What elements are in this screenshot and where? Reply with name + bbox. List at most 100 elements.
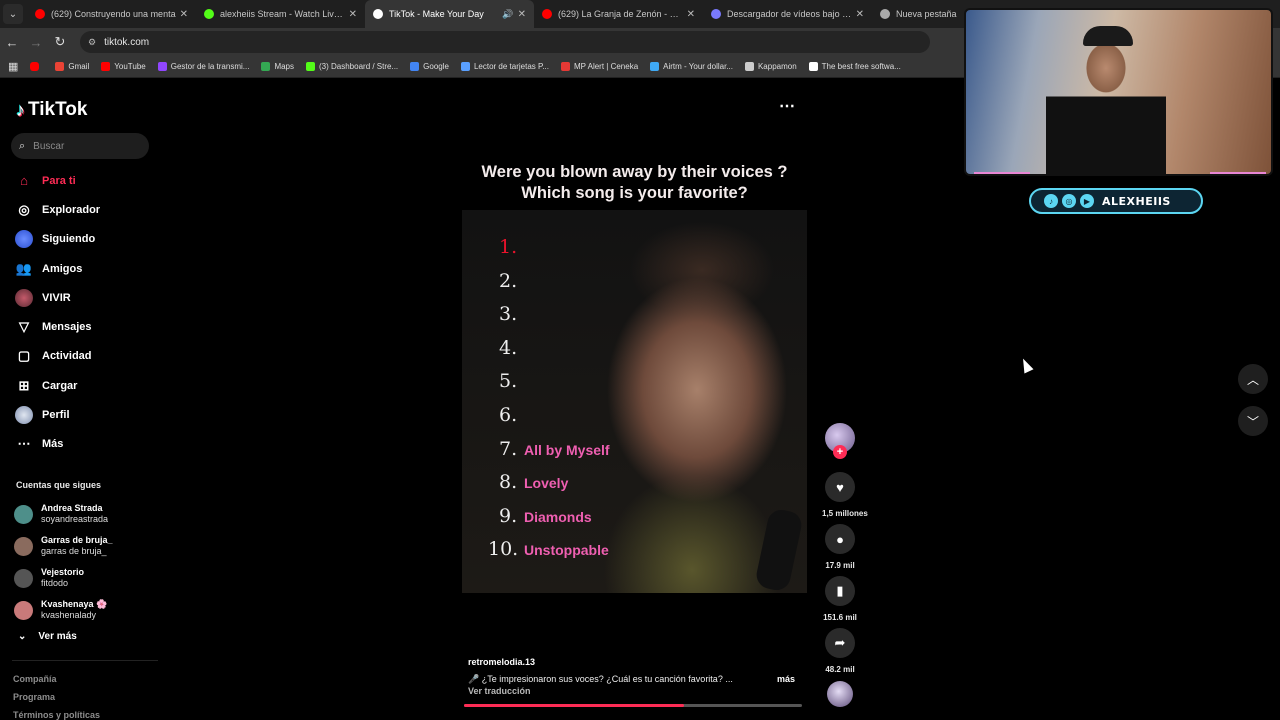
- sidebar-item-compass[interactable]: ◎ Explorador: [14, 195, 100, 224]
- sidebar-item-messages[interactable]: ▽ Mensajes: [14, 312, 100, 341]
- bookmark-favicon-icon: [560, 62, 570, 71]
- sidebar-footer: Compañía Programa Términos y políticas: [13, 674, 100, 720]
- sidebar-item-label: Explorador: [42, 203, 101, 216]
- following-name: Garras de bruja_: [41, 535, 113, 545]
- rank-number: 10.: [488, 538, 519, 561]
- footer-link[interactable]: Programa: [13, 692, 100, 710]
- video-caption: 🎤 ¿Te impresionaron sus voces? ¿Cuál es …: [468, 674, 733, 684]
- social-name: ALEXHEIIS: [1102, 194, 1171, 208]
- following-name: Kvashenaya 🌸: [41, 599, 108, 609]
- rank-number: 9.: [499, 504, 518, 527]
- music-disc-icon[interactable]: [827, 681, 853, 707]
- save-button[interactable]: ▮ 151.6 mil: [822, 576, 858, 622]
- streamer-figure: [1046, 28, 1166, 174]
- share-button[interactable]: ➦ 48.2 mil: [822, 628, 858, 674]
- url-field[interactable]: ⚙ tiktok.com: [80, 31, 930, 53]
- bookmark-label: (3) Dashboard / Stre...: [319, 62, 399, 71]
- video-author[interactable]: retromelodia.13: [468, 657, 535, 667]
- sidebar-item-friends[interactable]: 👥 Amigos: [14, 254, 100, 283]
- see-more-button[interactable]: ⌄ Ver más: [18, 631, 77, 642]
- browser-tab[interactable]: (629) La Granja de Zenón - Las ✕: [534, 0, 703, 28]
- following-name: Andrea Strada: [41, 503, 103, 513]
- video-frame: [462, 210, 807, 593]
- video-progress-bar[interactable]: [464, 704, 802, 707]
- footer-link[interactable]: Compañía: [13, 674, 100, 692]
- rank-number: 3.: [499, 303, 518, 326]
- bookmark-item[interactable]: Kappamon: [744, 62, 797, 71]
- more-options-icon[interactable]: ⋯: [779, 96, 796, 116]
- webcam-overlay: [964, 8, 1273, 176]
- following-item[interactable]: Garras de bruja_ garras de bruja_: [14, 530, 113, 562]
- like-button[interactable]: ♥ 1,5 millones: [822, 472, 868, 518]
- comment-count: 17.9 mil: [825, 561, 855, 570]
- bookmark-item[interactable]: Gestor de la transmi...: [157, 62, 249, 71]
- apps-icon[interactable]: ▦: [8, 60, 18, 73]
- sidebar-item-label: Perfil: [42, 409, 70, 422]
- sidebar-item-label: Para ti: [42, 174, 76, 187]
- follow-plus-icon[interactable]: +: [833, 445, 847, 459]
- song-title: All by Myself: [524, 441, 610, 458]
- sidebar-item-home[interactable]: ⌂ Para ti: [14, 166, 100, 195]
- bookmark-item[interactable]: The best free softwa...: [808, 62, 901, 71]
- close-tab-icon[interactable]: ✕: [349, 9, 357, 20]
- close-tab-icon[interactable]: ✕: [856, 9, 864, 20]
- song-title: Diamonds: [524, 508, 592, 525]
- tiktok-logo[interactable]: ♪ TikTok: [16, 99, 87, 121]
- bookmark-item[interactable]: Lector de tarjetas P...: [460, 62, 549, 71]
- tab-title: alexheiis Stream - Watch Live o: [220, 9, 345, 19]
- sidebar-item-more[interactable]: ⋯ Más: [14, 430, 100, 459]
- home-icon: ⌂: [20, 173, 28, 189]
- sidebar-item-following[interactable]: Siguiendo: [14, 225, 100, 254]
- search-input[interactable]: ⌕ Buscar: [11, 133, 149, 159]
- following-item[interactable]: Kvashenaya 🌸 kvashenalady: [14, 594, 113, 626]
- next-video-button[interactable]: ﹀: [1238, 406, 1268, 436]
- bookmark-item[interactable]: Airtm - Your dollar...: [650, 62, 733, 71]
- overlay-accent-right: [1210, 172, 1266, 174]
- comment-button[interactable]: ● 17.9 mil: [822, 524, 858, 570]
- bookmark-item[interactable]: Maps: [261, 62, 294, 71]
- chevron-down-icon: ⌄: [8, 8, 18, 20]
- sidebar-item-activity[interactable]: ▢ Actividad: [14, 342, 100, 371]
- sidebar-item-live[interactable]: VIVIR: [14, 283, 100, 312]
- rank-number: 7.: [499, 437, 518, 460]
- back-icon[interactable]: ←: [0, 35, 24, 50]
- forward-icon[interactable]: →: [24, 35, 48, 50]
- following-item[interactable]: Vejestorio fitdodo: [14, 562, 113, 594]
- following-item[interactable]: Andrea Strada soyandreastrada: [14, 498, 113, 530]
- reload-icon[interactable]: ↻: [48, 34, 72, 50]
- sidebar-item-profile[interactable]: Perfil: [14, 400, 100, 429]
- browser-tab[interactable]: Descargador de vídeos bajo de ✕: [703, 0, 872, 28]
- close-tab-icon[interactable]: ✕: [687, 9, 695, 20]
- rank-number: 8.: [499, 471, 518, 494]
- caption-more-button[interactable]: más: [777, 674, 795, 684]
- bookmark-favicon-icon: [157, 62, 167, 71]
- sidebar-item-label: Siguiendo: [42, 233, 96, 246]
- browser-tab[interactable]: alexheiis Stream - Watch Live o ✕: [196, 0, 365, 28]
- bookmark-favicon-icon: [261, 62, 271, 71]
- footer-link[interactable]: Términos y políticas: [13, 710, 100, 720]
- bookmark-favicon-icon: [101, 62, 111, 71]
- translate-button[interactable]: Ver traducción: [468, 686, 531, 696]
- close-tab-icon[interactable]: ✕: [180, 9, 188, 20]
- browser-tab[interactable]: TikTok - Make Your Day 🔊 ✕: [365, 0, 534, 28]
- sidebar-item-label: Actividad: [42, 350, 92, 363]
- bookmark-item[interactable]: Gmail: [55, 62, 89, 71]
- tab-audio-icon[interactable]: 🔊: [502, 9, 513, 20]
- bookmark-item[interactable]: Google: [410, 62, 449, 71]
- following-title: Cuentas que sigues: [16, 480, 102, 490]
- bookmark-item[interactable]: MP Alert | Ceneka: [560, 62, 638, 71]
- video-player[interactable]: Were you blown away by their voices ? Wh…: [462, 150, 807, 593]
- close-tab-icon[interactable]: ✕: [518, 9, 526, 20]
- following-icon: [14, 229, 34, 249]
- browser-tab[interactable]: (629) Construyendo una menta ✕: [27, 0, 196, 28]
- previous-video-button[interactable]: ︿: [1238, 364, 1268, 394]
- sidebar-item-upload[interactable]: ⊞ Cargar: [14, 371, 100, 400]
- avatar: [14, 600, 33, 620]
- bookmark-item[interactable]: YouTube: [101, 62, 146, 71]
- bookmark-youtube-icon[interactable]: [30, 62, 43, 71]
- site-info-icon[interactable]: ⚙: [88, 37, 96, 48]
- tab-search-button[interactable]: ⌄: [3, 4, 23, 24]
- live-icon: [14, 288, 34, 308]
- bookmark-item[interactable]: (3) Dashboard / Stre...: [306, 62, 398, 71]
- bookmark-label: Kappamon: [757, 62, 797, 71]
